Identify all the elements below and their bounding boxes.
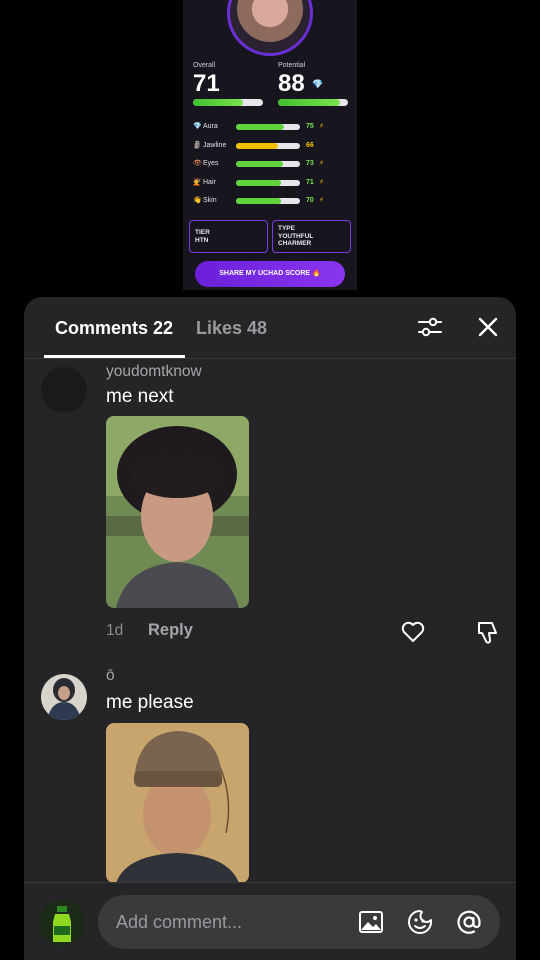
tier-value: HTN bbox=[195, 236, 209, 244]
comments-sheet: Comments 22 Likes 48 youdomtknow me next bbox=[24, 297, 516, 960]
dislike-icon[interactable] bbox=[474, 619, 500, 645]
trait-value: 73 bbox=[306, 160, 314, 167]
heart-icon[interactable] bbox=[400, 619, 426, 645]
trait-value: 70 bbox=[306, 197, 314, 204]
trait-row: 💎 Aura 75 ⚡ bbox=[193, 122, 353, 134]
trait-icon: 🗿 bbox=[193, 141, 202, 149]
comment-photo-image bbox=[106, 416, 249, 608]
trait-row: 🗿 Jawline 66 bbox=[193, 141, 353, 153]
bolt-icon: ⚡ bbox=[319, 197, 324, 204]
trait-label: Jawline bbox=[203, 141, 227, 149]
overall-value: 71 bbox=[193, 70, 220, 97]
image-icon[interactable] bbox=[357, 908, 385, 936]
type-value-line1: YOUTHFUL bbox=[278, 232, 314, 240]
comment-item: youdomtknow me next 1d Reply bbox=[24, 359, 516, 659]
trait-row: 👁 Eyes 73 ⚡ bbox=[193, 159, 353, 171]
avatar-image bbox=[41, 674, 87, 720]
trait-icon: 💎 bbox=[193, 123, 202, 130]
tab-comments[interactable]: Comments 22 bbox=[55, 318, 173, 339]
tier-label: TIER bbox=[195, 229, 210, 236]
tier-box: TIER HTN bbox=[189, 220, 268, 253]
screen: Overall 71 Potential 88 💎 💎 Aura 75 ⚡ 🗿 Jawli… bbox=[0, 0, 540, 960]
trait-bar bbox=[236, 161, 300, 167]
bolt-icon: ⚡ bbox=[319, 178, 324, 186]
trait-label: Skin bbox=[203, 197, 217, 204]
comment-username[interactable]: youdomtknow bbox=[106, 363, 202, 381]
close-icon[interactable] bbox=[474, 313, 502, 341]
potential-label: Potential bbox=[278, 62, 306, 69]
comment-time: 1d bbox=[106, 622, 124, 639]
tab-bar: Comments 22 Likes 48 bbox=[24, 297, 516, 359]
score-card: Overall 71 Potential 88 💎 💎 Aura 75 ⚡ 🗿 Jawli… bbox=[183, 0, 357, 290]
comment-photo[interactable] bbox=[106, 416, 249, 608]
trait-value: 71 bbox=[306, 178, 314, 186]
trait-label: Hair bbox=[203, 178, 216, 186]
comment-input-container bbox=[98, 895, 500, 949]
potential-value: 88 bbox=[278, 70, 305, 97]
potential-bar bbox=[278, 99, 348, 106]
overall-label: Overall bbox=[193, 62, 216, 69]
trait-bar-fill bbox=[236, 198, 281, 204]
comment-username[interactable]: ō bbox=[106, 667, 115, 685]
trait-row: 💇 Hair 71 ⚡ bbox=[193, 178, 353, 190]
diamond-icon: 💎 bbox=[312, 79, 324, 89]
reply-button[interactable]: Reply bbox=[148, 621, 193, 640]
trait-bar bbox=[236, 124, 300, 130]
bolt-icon: ⚡ bbox=[319, 160, 324, 167]
trait-label: Aura bbox=[203, 123, 218, 130]
overall-bar-fill bbox=[193, 99, 243, 106]
avatar[interactable] bbox=[41, 674, 87, 720]
trait-bar-fill bbox=[236, 179, 282, 186]
share-score-button[interactable]: SHARE MY UCHAD SCORE 🔥 bbox=[195, 261, 345, 287]
my-avatar[interactable] bbox=[39, 900, 85, 946]
avatar[interactable] bbox=[41, 367, 87, 413]
card-avatar bbox=[227, 0, 313, 56]
comment-photo[interactable] bbox=[106, 723, 249, 883]
potential-bar-fill bbox=[278, 99, 340, 106]
comment-photo-image bbox=[106, 723, 249, 883]
comment-text: me next bbox=[106, 386, 174, 407]
my-avatar-image bbox=[39, 900, 85, 946]
tab-likes[interactable]: Likes 48 bbox=[196, 318, 267, 339]
trait-label: Eyes bbox=[203, 160, 219, 167]
trait-value: 75 bbox=[306, 123, 314, 130]
emoji-icon[interactable] bbox=[406, 908, 434, 936]
type-box: TYPE YOUTHFUL CHARMER bbox=[272, 220, 351, 253]
trait-bar bbox=[236, 179, 300, 186]
trait-icon: 👁 bbox=[193, 160, 202, 167]
bolt-icon: ⚡ bbox=[319, 123, 324, 130]
trait-row: 👋 Skin 70 ⚡ bbox=[193, 196, 353, 208]
trait-bar bbox=[236, 198, 300, 204]
comment-text: me please bbox=[106, 692, 194, 713]
mention-icon[interactable] bbox=[455, 908, 483, 936]
active-tab-indicator bbox=[44, 355, 185, 358]
trait-icon: 👋 bbox=[193, 197, 202, 204]
trait-bar-fill bbox=[236, 124, 284, 130]
trait-icon: 💇 bbox=[193, 178, 202, 186]
type-value-line2: CHARMER bbox=[278, 240, 312, 247]
trait-bar-fill bbox=[236, 142, 279, 149]
trait-bar-fill bbox=[236, 161, 283, 167]
overall-bar bbox=[193, 99, 263, 106]
type-label: TYPE bbox=[278, 225, 295, 232]
trait-value: 66 bbox=[306, 141, 314, 149]
filter-icon[interactable] bbox=[416, 313, 444, 341]
comment-composer bbox=[24, 882, 516, 960]
trait-bar bbox=[236, 142, 300, 149]
comment-input[interactable] bbox=[116, 895, 346, 949]
